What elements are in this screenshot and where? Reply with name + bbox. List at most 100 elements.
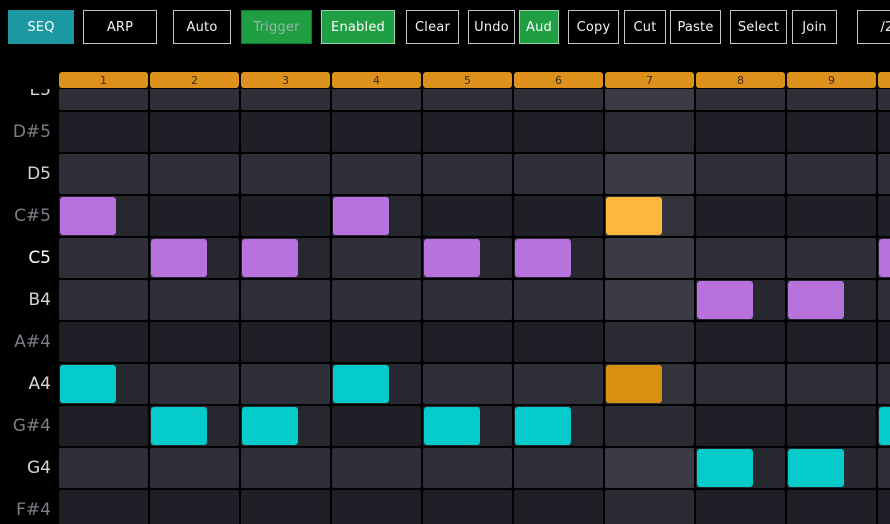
grid-cell-C5-9[interactable] [787, 238, 876, 278]
grid-cell-B4-6[interactable] [514, 280, 603, 320]
grid-cell-D#5-10[interactable] [878, 112, 890, 152]
grid-cell-G4-6[interactable] [514, 448, 603, 488]
grid-cell-A4-9[interactable] [787, 364, 876, 404]
grid-cell-C#5-8[interactable] [696, 196, 785, 236]
grid-cell-G4-5[interactable] [423, 448, 512, 488]
note-C5-step2[interactable] [151, 239, 207, 277]
note-C5-step6[interactable] [515, 239, 571, 277]
grid-cell-E5-9[interactable] [787, 89, 876, 110]
grid-cell-B4-4[interactable] [332, 280, 421, 320]
grid-cell-G#4-2[interactable] [150, 406, 239, 446]
grid-cell-A4-8[interactable] [696, 364, 785, 404]
grid-cell-C#5-5[interactable] [423, 196, 512, 236]
grid-cell-F#4-5[interactable] [423, 490, 512, 524]
grid-cell-C#5-9[interactable] [787, 196, 876, 236]
cut-button[interactable]: Cut [624, 10, 666, 44]
grid-cell-A4-6[interactable] [514, 364, 603, 404]
grid-cell-A4-10[interactable] [878, 364, 890, 404]
grid-cell-A#4-9[interactable] [787, 322, 876, 362]
grid-cell-A#4-4[interactable] [332, 322, 421, 362]
grid-cell-C5-4[interactable] [332, 238, 421, 278]
grid-cell-A#4-3[interactable] [241, 322, 330, 362]
grid-cell-G#4-8[interactable] [696, 406, 785, 446]
note-C#5-step1[interactable] [60, 197, 116, 235]
grid-cell-A#4-5[interactable] [423, 322, 512, 362]
note-A4-step7[interactable] [606, 365, 662, 403]
seq-button[interactable]: SEQ [8, 10, 74, 44]
grid-cell-D5-5[interactable] [423, 154, 512, 194]
step-header-7[interactable]: 7 [605, 72, 694, 88]
grid-cell-A4-5[interactable] [423, 364, 512, 404]
grid-cell-C5-6[interactable] [514, 238, 603, 278]
note-G4-step8[interactable] [697, 449, 753, 487]
note-C5-step10[interactable] [879, 239, 890, 277]
grid-cell-G4-2[interactable] [150, 448, 239, 488]
grid-cell-D5-2[interactable] [150, 154, 239, 194]
grid-cell-C5-3[interactable] [241, 238, 330, 278]
grid-cell-D5-8[interactable] [696, 154, 785, 194]
grid-cell-A4-2[interactable] [150, 364, 239, 404]
grid-cell-B4-5[interactable] [423, 280, 512, 320]
grid-cell-C#5-2[interactable] [150, 196, 239, 236]
grid-cell-G4-3[interactable] [241, 448, 330, 488]
grid-cell-E5-8[interactable] [696, 89, 785, 110]
grid-cell-C5-1[interactable] [59, 238, 148, 278]
undo-button[interactable]: Undo [468, 10, 515, 44]
grid-cell-E5-4[interactable] [332, 89, 421, 110]
grid-cell-D5-1[interactable] [59, 154, 148, 194]
grid-cell-F#4-4[interactable] [332, 490, 421, 524]
grid-cell-D#5-5[interactable] [423, 112, 512, 152]
step-header-3[interactable]: 3 [241, 72, 330, 88]
grid-cell-A4-7[interactable] [605, 364, 694, 404]
step-header-5[interactable]: 5 [423, 72, 512, 88]
arp-button[interactable]: ARP [83, 10, 157, 44]
grid-cell-G#4-7[interactable] [605, 406, 694, 446]
note-C5-step5[interactable] [424, 239, 480, 277]
grid-cell-F#4-1[interactable] [59, 490, 148, 524]
grid-cell-G#4-4[interactable] [332, 406, 421, 446]
grid-cell-E5-6[interactable] [514, 89, 603, 110]
2-button[interactable]: /2 [857, 10, 890, 44]
grid-cell-G#4-6[interactable] [514, 406, 603, 446]
grid-cell-E5-10[interactable] [878, 89, 890, 110]
grid-cell-D5-10[interactable] [878, 154, 890, 194]
grid-cell-C#5-10[interactable] [878, 196, 890, 236]
note-A4-step1[interactable] [60, 365, 116, 403]
grid-cell-F#4-10[interactable] [878, 490, 890, 524]
grid-cell-G#4-1[interactable] [59, 406, 148, 446]
grid-cell-D#5-1[interactable] [59, 112, 148, 152]
note-C#5-step7[interactable] [606, 197, 662, 235]
grid-cell-A#4-10[interactable] [878, 322, 890, 362]
grid-cell-B4-1[interactable] [59, 280, 148, 320]
grid-cell-G#4-5[interactable] [423, 406, 512, 446]
grid-cell-G4-1[interactable] [59, 448, 148, 488]
note-G#4-step2[interactable] [151, 407, 207, 445]
grid-cell-D#5-4[interactable] [332, 112, 421, 152]
grid-cell-E5-1[interactable] [59, 89, 148, 110]
step-header-4[interactable]: 4 [332, 72, 421, 88]
step-header-6[interactable]: 6 [514, 72, 603, 88]
paste-button[interactable]: Paste [670, 10, 721, 44]
grid-cell-C5-8[interactable] [696, 238, 785, 278]
grid-cell-A#4-2[interactable] [150, 322, 239, 362]
grid-cell-B4-8[interactable] [696, 280, 785, 320]
note-G#4-step5[interactable] [424, 407, 480, 445]
grid-cell-E5-7[interactable] [605, 89, 694, 110]
grid-cell-D#5-9[interactable] [787, 112, 876, 152]
step-header-10[interactable]: 10 [878, 72, 890, 88]
step-header-2[interactable]: 2 [150, 72, 239, 88]
aud-button[interactable]: Aud [519, 10, 559, 44]
grid-cell-D5-3[interactable] [241, 154, 330, 194]
grid-cell-A4-4[interactable] [332, 364, 421, 404]
grid-cell-F#4-7[interactable] [605, 490, 694, 524]
grid-cell-B4-9[interactable] [787, 280, 876, 320]
note-G4-step9[interactable] [788, 449, 844, 487]
step-header-9[interactable]: 9 [787, 72, 876, 88]
grid-cell-F#4-9[interactable] [787, 490, 876, 524]
grid-cell-A#4-8[interactable] [696, 322, 785, 362]
grid-cell-B4-3[interactable] [241, 280, 330, 320]
step-header-1[interactable]: 1 [59, 72, 148, 88]
grid-cell-A#4-6[interactable] [514, 322, 603, 362]
grid-cell-D#5-2[interactable] [150, 112, 239, 152]
grid-cell-C5-5[interactable] [423, 238, 512, 278]
